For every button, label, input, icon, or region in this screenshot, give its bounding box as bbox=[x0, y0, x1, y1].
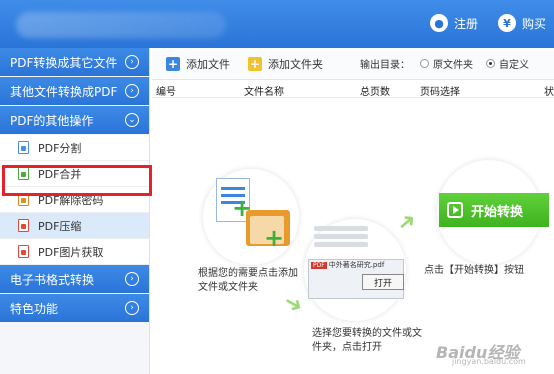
add-folder-button[interactable]: + 添加文件夹 bbox=[248, 56, 323, 72]
add-folder-icon: + bbox=[248, 56, 262, 71]
sidebar-item-pdf-compress[interactable]: PDF压缩 bbox=[0, 213, 149, 239]
column-header[interactable]: 页码选择 bbox=[420, 83, 460, 98]
category-label: PDF转换成其它文件 bbox=[10, 55, 118, 70]
plus-icon: + bbox=[264, 224, 285, 252]
file-list-preview bbox=[314, 226, 368, 256]
step2-caption: 选择您要转换的文件或文件夹，点击打开 bbox=[312, 328, 422, 353]
sidebar-item-label: PDF图片获取 bbox=[38, 245, 104, 259]
start-convert-label: 开始转换 bbox=[471, 204, 524, 220]
column-header[interactable]: 文件名称 bbox=[244, 83, 284, 98]
chevron-right-icon: › bbox=[125, 272, 139, 286]
sidebar-item-pdf-split[interactable]: PDF分割 bbox=[0, 135, 149, 161]
radio-label: 原文件夹 bbox=[433, 60, 473, 71]
sidebar-category-ebook-convert[interactable]: 电子书格式转换 › bbox=[0, 265, 149, 293]
buy-button[interactable]: ¥ 购买 bbox=[498, 14, 546, 32]
pdf-tag-icon: PDF bbox=[311, 262, 327, 269]
radio-selected-icon bbox=[486, 59, 495, 68]
user-icon: ● bbox=[430, 14, 448, 32]
arrow-right-icon: ➜ bbox=[392, 206, 423, 239]
pdf-file-icon bbox=[18, 219, 29, 232]
app-header: ● 注册 ¥ 购买 bbox=[0, 0, 554, 48]
radio-original-folder[interactable]: 原文件夹 bbox=[420, 56, 473, 71]
sidebar: PDF转换成其它文件 › 其他文件转换成PDF › PDF的其他操作 ⌄ PDF… bbox=[0, 48, 150, 374]
step3-caption: 点击【开始转换】按钮 bbox=[424, 265, 524, 276]
app-logo bbox=[16, 12, 226, 38]
radio-icon bbox=[420, 59, 429, 68]
baidu-watermark-url: jingyan.baidu.com bbox=[452, 357, 526, 366]
radio-label: 自定义 bbox=[499, 60, 529, 71]
dialog-open-button: 打开 bbox=[362, 274, 404, 290]
add-file-button[interactable]: + 添加文件 bbox=[166, 56, 230, 72]
add-folder-label: 添加文件夹 bbox=[268, 57, 323, 71]
sidebar-item-label: PDF压缩 bbox=[38, 219, 82, 233]
sidebar-category-other-to-pdf[interactable]: 其他文件转换成PDF › bbox=[0, 77, 149, 105]
chevron-right-icon: › bbox=[125, 55, 139, 69]
step1-caption: 根据您的需要点击添加文件或文件夹 bbox=[198, 268, 298, 293]
dialog-filename: 中外著名研究.pdf bbox=[328, 261, 385, 269]
radio-custom-folder[interactable]: 自定义 bbox=[486, 56, 529, 71]
file-table-header: 编号 文件名称 总页数 页码选择 状 bbox=[152, 80, 554, 98]
sidebar-category-pdf-to-other[interactable]: PDF转换成其它文件 › bbox=[0, 48, 149, 76]
pdf-file-icon bbox=[18, 141, 29, 154]
start-convert-button[interactable]: 开始转换 bbox=[439, 193, 549, 227]
pdf-file-icon bbox=[18, 245, 29, 258]
plus-icon: + bbox=[232, 194, 253, 222]
register-label: 注册 bbox=[454, 16, 479, 31]
add-file-icon: + bbox=[166, 56, 180, 71]
toolbar: + 添加文件 + 添加文件夹 输出目录： 原文件夹 自定义 bbox=[152, 48, 554, 80]
add-file-label: 添加文件 bbox=[186, 57, 230, 71]
chevron-down-icon: ⌄ bbox=[125, 113, 139, 127]
sidebar-category-pdf-other-ops[interactable]: PDF的其他操作 ⌄ bbox=[0, 106, 149, 134]
cart-icon: ¥ bbox=[498, 14, 516, 32]
highlight-annotation bbox=[2, 165, 152, 196]
category-label: 电子书格式转换 bbox=[10, 272, 95, 287]
column-header[interactable]: 状 bbox=[544, 83, 554, 98]
sidebar-item-label: PDF分割 bbox=[38, 141, 82, 155]
play-icon bbox=[447, 202, 463, 218]
buy-label: 购买 bbox=[522, 16, 547, 31]
sidebar-item-pdf-image-extract[interactable]: PDF图片获取 bbox=[0, 239, 149, 265]
register-button[interactable]: ● 注册 bbox=[430, 14, 478, 32]
chevron-right-icon: › bbox=[125, 301, 139, 315]
output-directory-label: 输出目录： bbox=[360, 60, 410, 71]
file-list-area[interactable]: + + PDF 中外著名研究.pdf 打开 开始转换 ➜ ➜ 根据您的需要点击添加… bbox=[152, 98, 554, 374]
column-header[interactable]: 编号 bbox=[156, 83, 176, 98]
column-header[interactable]: 总页数 bbox=[360, 83, 390, 98]
chevron-right-icon: › bbox=[125, 84, 139, 98]
category-label: 其他文件转换成PDF bbox=[10, 84, 118, 99]
sidebar-category-special-features[interactable]: 特色功能 › bbox=[0, 294, 149, 322]
category-label: PDF的其他操作 bbox=[10, 113, 94, 128]
category-label: 特色功能 bbox=[10, 301, 59, 316]
